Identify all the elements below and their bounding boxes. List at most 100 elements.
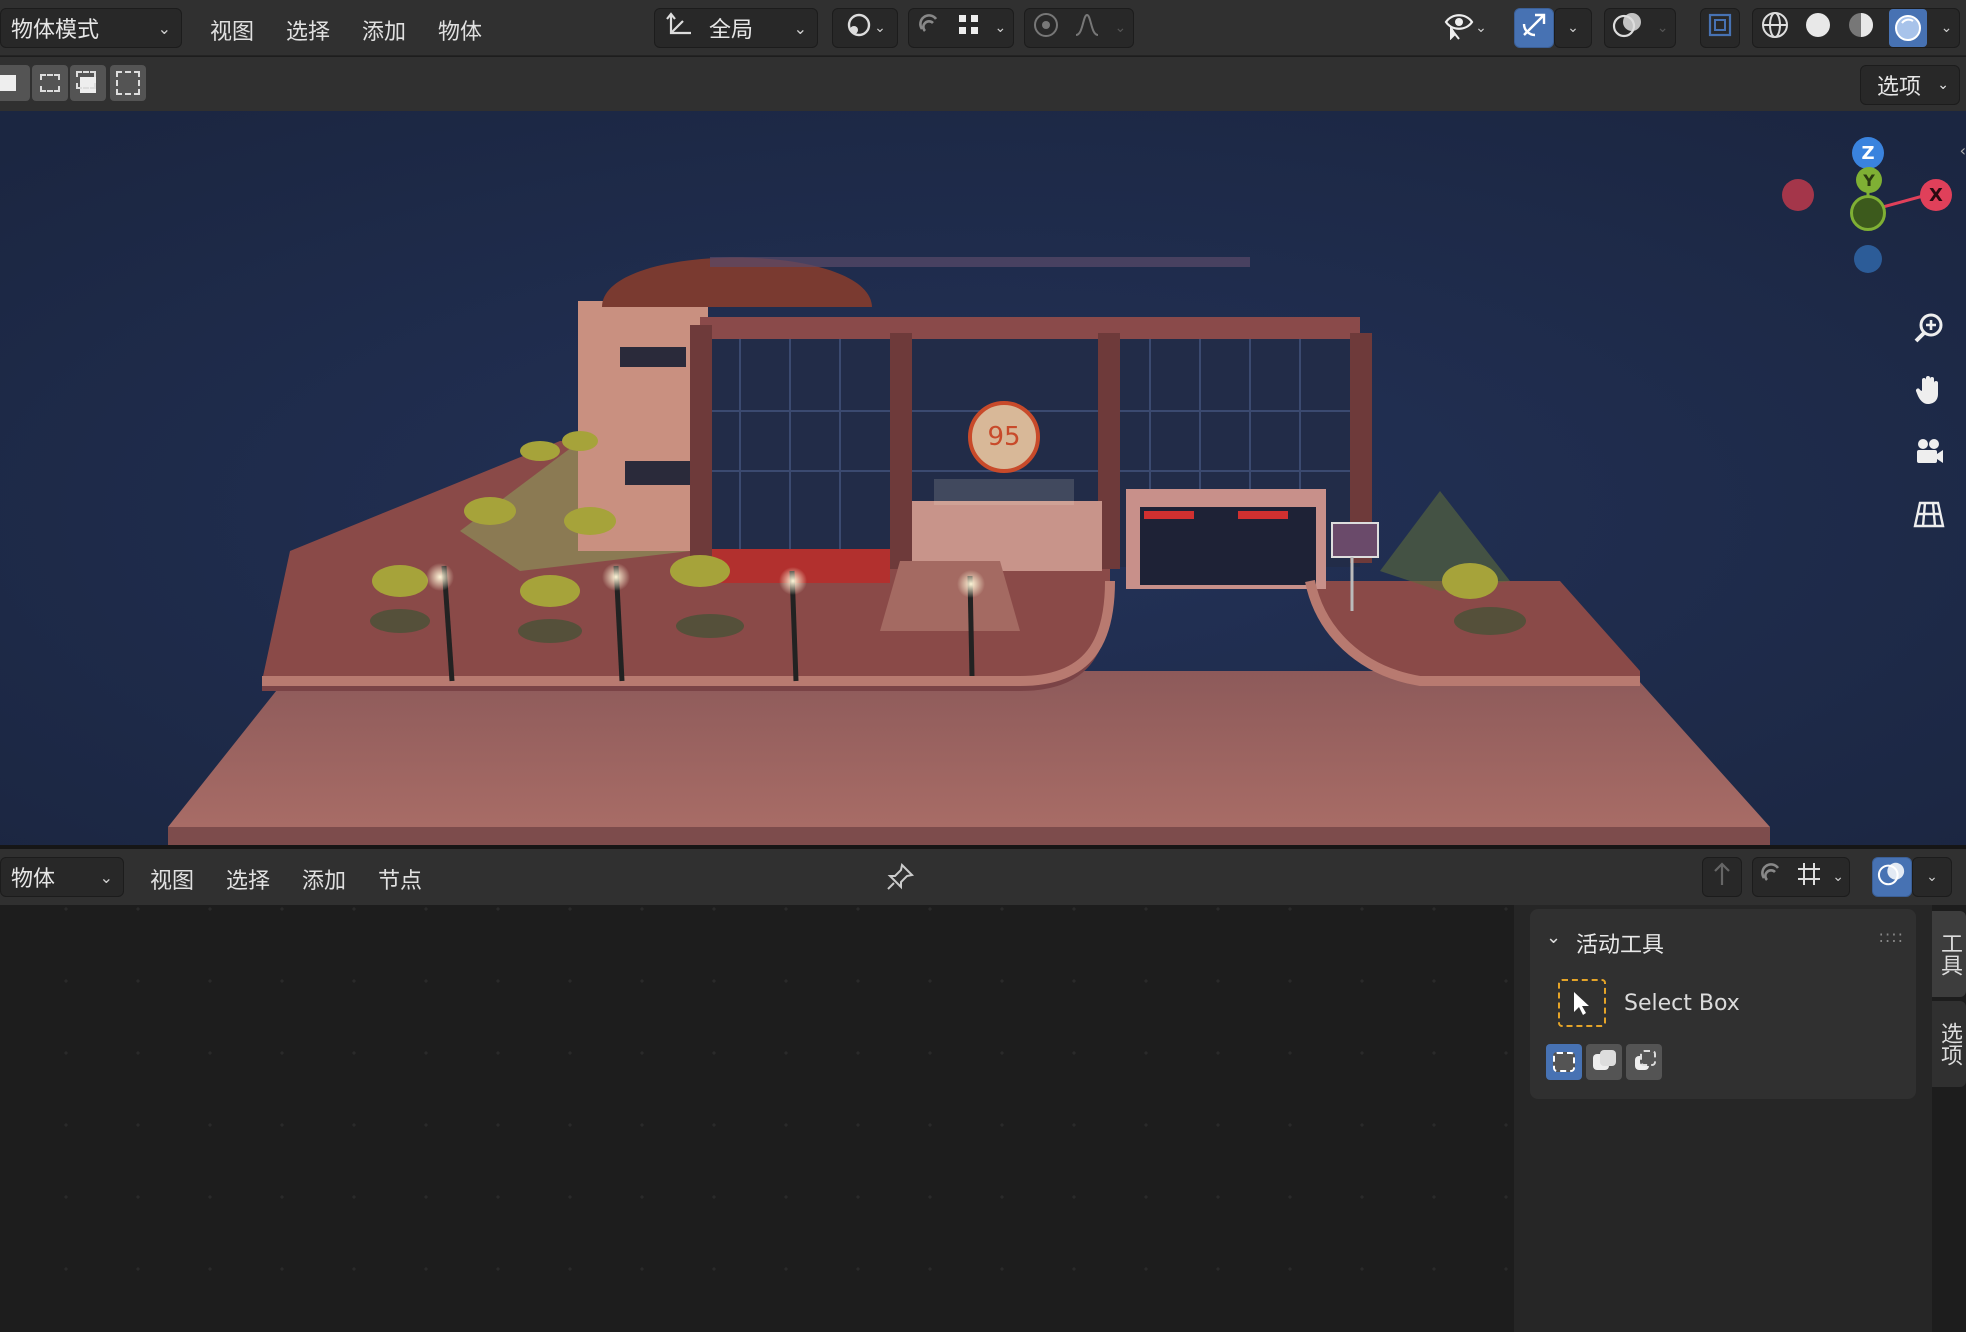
gizmo-toggle[interactable] (1514, 8, 1554, 48)
chevron-down-icon: ⌄ (1940, 20, 1953, 36)
wireframe-shading-icon[interactable] (1760, 10, 1790, 46)
svg-text:95: 95 (987, 422, 1020, 452)
pan-hand-icon[interactable] (1904, 365, 1954, 415)
proportional-edit-icon[interactable] (1032, 11, 1060, 45)
scene-render: 95 (0, 111, 1966, 845)
active-tool-title[interactable]: 活动工具 (1576, 927, 1664, 959)
node-editor-header: 物体 ⌄ 视图 选择 添加 节点 ⌄ ⌄ (0, 849, 1966, 905)
mode-dropdown[interactable]: 物体模式 ⌄ (0, 8, 182, 48)
falloff-curve-icon[interactable] (1073, 11, 1101, 45)
gizmo-z-axis[interactable]: Z (1852, 137, 1884, 169)
node-menu-select[interactable]: 选择 (226, 863, 270, 895)
gizmo-neg-x-axis[interactable] (1782, 179, 1814, 211)
snap-group[interactable]: ⌄ (908, 8, 1014, 48)
rendered-shading-icon[interactable] (1889, 9, 1928, 47)
snap-grid-icon[interactable] (957, 13, 981, 43)
tab-tool[interactable]: 工具 (1932, 911, 1966, 997)
visibility-dropdown[interactable]: ⌄ (1434, 8, 1496, 48)
node-type-dropdown[interactable]: 物体 ⌄ (0, 857, 124, 897)
node-menu-node[interactable]: 节点 (378, 863, 422, 895)
select-mode-extend[interactable] (32, 65, 68, 101)
gizmo-x-axis[interactable]: X (1920, 179, 1952, 211)
gizmo-z-label: Z (1861, 142, 1875, 164)
menu-object[interactable]: 物体 (438, 14, 482, 46)
snap-magnet-icon[interactable] (1758, 860, 1786, 894)
options-dropdown[interactable]: 选项 ⌄ (1860, 65, 1960, 105)
xray-icon (1707, 12, 1733, 44)
node-overlays-dropdown[interactable]: ⌄ (1912, 857, 1952, 897)
gizmo-neg-y-axis[interactable] (1850, 195, 1886, 231)
chevron-down-icon: ⌄ (1656, 20, 1669, 36)
sidebar-toggle-arrow[interactable]: ‹ (1960, 141, 1966, 160)
zoom-icon[interactable] (1904, 303, 1954, 353)
node-sidebar: ⌄ 活动工具 :::: Select Box (1514, 905, 1932, 1332)
menu-add[interactable]: 添加 (362, 14, 406, 46)
chevron-down-icon: ⌄ (1475, 20, 1487, 36)
chevron-down-icon: ⌄ (1937, 77, 1949, 93)
chevron-down-icon: ⌄ (994, 20, 1007, 36)
chevron-down-icon: ⌄ (1567, 20, 1579, 36)
3d-viewport[interactable]: 95 Z Y X ‹ (0, 111, 1966, 845)
node-overlays-toggle[interactable] (1872, 857, 1912, 897)
chevron-down-icon: ⌄ (1114, 20, 1127, 36)
chevron-down-icon: ⌄ (1832, 869, 1844, 885)
select-mode-subtract[interactable] (70, 65, 106, 101)
transform-orientation-dropdown[interactable]: 全局 ⌄ (654, 8, 818, 48)
drag-grip-icon[interactable]: :::: (1878, 927, 1904, 946)
node-snap-group[interactable]: ⌄ (1752, 857, 1850, 897)
node-canvas[interactable] (0, 905, 1514, 1332)
node-menu-view[interactable]: 视图 (150, 863, 194, 895)
orientation-label: 全局 (709, 18, 754, 43)
overlays-icon (1877, 860, 1907, 894)
select-box-icon[interactable] (1558, 979, 1606, 1027)
pivot-point-dropdown[interactable]: ⌄ (832, 8, 898, 48)
xray-toggle[interactable] (1700, 8, 1740, 48)
solid-shading-icon[interactable] (1803, 10, 1833, 46)
overlays-icon (1612, 10, 1644, 46)
chevron-down-icon[interactable]: ⌄ (1546, 927, 1561, 948)
select-mode-buttons (1546, 1044, 1662, 1080)
tool-name: Select Box (1624, 991, 1740, 1016)
chevron-down-icon: ⌄ (874, 20, 886, 36)
select-mode-subtract[interactable] (1626, 1044, 1662, 1080)
snap-node-grid-icon[interactable] (1796, 861, 1822, 893)
chevron-down-icon: ⌄ (793, 18, 807, 38)
gizmo-neg-z-axis[interactable] (1854, 245, 1882, 273)
pin-icon[interactable] (880, 857, 920, 897)
node-menu-add[interactable]: 添加 (302, 863, 346, 895)
menu-view[interactable]: 视图 (210, 14, 254, 46)
mode-label: 物体模式 (11, 18, 100, 43)
select-mode-new[interactable] (1546, 1044, 1582, 1080)
navigation-gizmo[interactable]: Z Y X (1780, 133, 1960, 283)
menu-select[interactable]: 选择 (286, 14, 330, 46)
chevron-down-icon: ⌄ (157, 18, 171, 38)
overlays-dropdown[interactable]: ⌄ (1604, 8, 1676, 48)
camera-view-icon[interactable] (1904, 427, 1954, 477)
proportional-edit-group[interactable]: ⌄ (1024, 8, 1134, 48)
select-mode-new[interactable] (0, 65, 30, 101)
gizmo-dropdown[interactable]: ⌄ (1554, 8, 1592, 48)
viewport-header: 物体模式 ⌄ 视图 选择 添加 物体 全局 ⌄ ⌄ ⌄ ⌄ ⌄ ⌄ ⌄ ⌄ (0, 0, 1966, 56)
chevron-down-icon: ⌄ (99, 867, 113, 887)
gizmo-icon (1519, 10, 1549, 46)
parent-node-tree-button[interactable] (1702, 857, 1742, 897)
snap-magnet-icon[interactable] (916, 11, 944, 45)
arrow-up-icon (1709, 859, 1735, 895)
gizmo-y-label: Y (1863, 170, 1875, 190)
gizmo-x-label: X (1929, 184, 1943, 206)
tool-settings-bar: 选项 ⌄ (0, 57, 1966, 111)
axis-orientation-icon (665, 11, 695, 45)
options-label: 选项 (1877, 75, 1922, 100)
eye-cursor-icon (1443, 10, 1475, 46)
select-mode-extend[interactable] (1586, 1044, 1622, 1080)
tab-options[interactable]: 选项 (1932, 1001, 1966, 1087)
perspective-toggle-icon[interactable] (1904, 489, 1954, 539)
active-tool-panel: ⌄ 活动工具 :::: Select Box (1530, 909, 1916, 1099)
node-type-label: 物体 (11, 867, 56, 892)
material-shading-icon[interactable] (1846, 10, 1876, 46)
pivot-icon (844, 10, 874, 46)
gizmo-y-axis[interactable]: Y (1856, 167, 1882, 193)
shading-group[interactable]: ⌄ (1752, 8, 1960, 48)
select-mode-intersect[interactable] (110, 65, 146, 101)
chevron-down-icon: ⌄ (1926, 869, 1938, 885)
